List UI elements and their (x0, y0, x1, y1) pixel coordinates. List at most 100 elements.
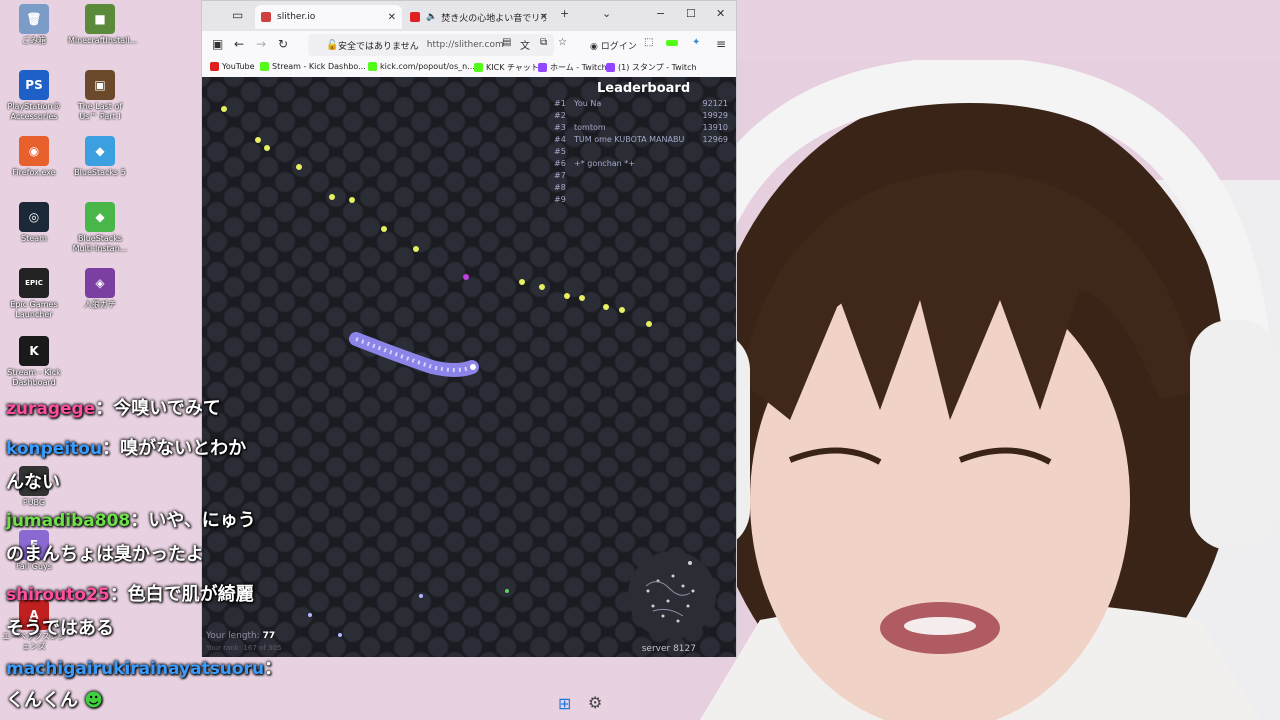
leaderboard-rank: #3 (554, 123, 566, 132)
reload-icon[interactable]: ↻ (278, 37, 288, 51)
chat-username: jumadiba808 (6, 511, 131, 531)
address-bar[interactable]: 🔓 安全ではありません http://slither.com (308, 34, 554, 56)
slither-game-canvas[interactable]: Leaderboard #1 You Na 92121 #2 19929 #3 tomtom… (202, 77, 736, 657)
bookmark-label: (1) スタンプ - Twitch (618, 63, 697, 72)
leaderboard-row: #3 tomtom 13910 (552, 123, 732, 135)
leaderboard-score: 12969 (702, 135, 728, 144)
chevron-down-icon[interactable]: ⌄ (602, 7, 611, 20)
desktop-icon-label: BlueStacks Multi-Instan... (72, 234, 128, 253)
server-label: server 8127 (641, 644, 696, 654)
leaderboard-rank: #1 (554, 99, 566, 108)
tab-youtube[interactable]: 🔈 焚き火の心地よい音でリラック ✕ (404, 5, 554, 29)
desktop-icon[interactable]: ◈ 人狼ガチ (68, 268, 132, 310)
close-window-icon[interactable]: ✕ (716, 7, 725, 20)
leaderboard-row: #5 (552, 147, 732, 159)
tab-list-icon[interactable]: ▭ (232, 8, 243, 22)
your-rank: Your rank: 167 of 305 (206, 644, 282, 652)
leaderboard-name: tomtom (574, 123, 606, 132)
chat-text: ：今嗅いでみて (95, 398, 221, 419)
forward-icon[interactable]: → (256, 37, 266, 51)
extensions-page-icon[interactable]: ⧉ (540, 37, 547, 48)
kick-extension-icon[interactable] (666, 40, 678, 46)
app-icon: K (19, 336, 49, 366)
taskbar: ⊞ ⚙ (0, 688, 640, 720)
bookmark-item[interactable]: kick.com/popout/os_n... (368, 62, 475, 71)
translate-icon[interactable]: 文 (520, 37, 530, 52)
app-icon: ◆ (85, 202, 115, 232)
minimize-icon[interactable]: − (656, 7, 665, 20)
tab-slither[interactable]: slither.io ✕ (255, 5, 402, 29)
leaderboard-row: #9 (552, 195, 732, 207)
player-snake (349, 332, 479, 377)
leaderboard-rank: #7 (554, 171, 566, 180)
chat-message: jumadiba808：いや、にゅう (6, 506, 256, 532)
bookmark-item[interactable]: YouTube (210, 62, 255, 71)
your-length-value: 77 (262, 631, 276, 641)
chat-text: ： (264, 658, 283, 679)
desktop-icon-label: BlueStacks 5 (74, 168, 126, 177)
leaderboard-row: #4 TUM ome KUBOTA MANABU 12969 (552, 135, 732, 147)
desktop-icon-label: MinecraftInstall... (68, 36, 138, 45)
back-icon[interactable]: ← (234, 37, 244, 51)
bookmark-favicon (210, 62, 219, 71)
desktop-icon-label: PlayStation® Accessories (7, 102, 61, 121)
bookmark-item[interactable]: ホーム - Twitch (538, 62, 607, 73)
chat-message: shirouto25：色白で肌が綺麗 (6, 580, 254, 606)
desktop-icon[interactable]: ◉ Firefox.exe (2, 136, 66, 178)
new-tab-icon[interactable]: + (560, 7, 569, 20)
desktop-icon[interactable]: ◎ Steam (2, 202, 66, 244)
desktop-icon-label: 人狼ガチ (84, 300, 116, 309)
speaker-icon[interactable]: 🔈 (426, 12, 437, 22)
url-text[interactable]: http://slither.com (427, 40, 504, 50)
extension-icon[interactable]: ⬚ (644, 37, 653, 48)
bookmark-favicon (538, 63, 547, 72)
leaderboard-name: +* gonchan *+ (574, 159, 635, 168)
bookmark-item[interactable]: Stream - Kick Dashbo... (260, 62, 366, 71)
leaderboard-rank: #4 (554, 135, 566, 144)
bookmark-label: kick.com/popout/os_n... (380, 62, 475, 71)
desktop-icon[interactable]: ▣ The Last of Us™ Part I (68, 70, 132, 122)
close-tab-icon[interactable]: ✕ (388, 12, 396, 23)
leaderboard-score: 92121 (702, 99, 728, 108)
desktop-icon[interactable]: EPIC Epic Games Launcher (2, 268, 66, 320)
desktop-icon[interactable]: K Stream - Kick Dashboard (2, 336, 66, 388)
bookmark-label: KICK チャット (486, 63, 539, 72)
chat-username: machigairukirainayatsuoru (6, 659, 265, 679)
settings-gear-icon[interactable]: ⚙ (588, 693, 602, 712)
app-icon: EPIC (19, 268, 49, 298)
login-button[interactable]: ◉ ログイン (590, 39, 637, 52)
windows-start-icon[interactable]: ⊞ (558, 694, 571, 713)
app-icon: 🗑 (19, 4, 49, 34)
chat-text: ：いや、にゅう (130, 510, 256, 531)
desktop-icon[interactable]: PS PlayStation® Accessories (2, 70, 66, 122)
desktop-icon[interactable]: ■ MinecraftInstall... (68, 4, 138, 46)
menu-icon[interactable]: ≡ (716, 37, 726, 51)
login-label: ログイン (600, 42, 637, 52)
desktop-icon[interactable]: ◆ BlueStacks Multi-Instan... (68, 202, 132, 254)
sidebar-icon[interactable]: ▣ (212, 37, 223, 51)
app-icon: ◆ (85, 136, 115, 166)
chat-text: のまんちょは臭かったよ (6, 544, 204, 565)
your-length: Your length: 77 (206, 631, 275, 641)
bookmark-item[interactable]: (1) スタンプ - Twitch (606, 62, 697, 73)
reader-icon[interactable]: ▤ (502, 37, 511, 48)
your-length-label: Your length: (206, 631, 260, 641)
desktop-icon[interactable]: ◆ BlueStacks 5 (68, 136, 132, 178)
desktop-icon[interactable]: 🗑 ごみ箱 (2, 4, 66, 46)
insecure-lock-icon[interactable]: 🔓 (326, 40, 338, 51)
security-warning[interactable]: 安全ではありません (338, 39, 419, 52)
leaderboard-row: #7 (552, 171, 732, 183)
desktop-icon-label: ごみ箱 (22, 36, 46, 45)
bookmark-star-icon[interactable]: ☆ (558, 37, 567, 48)
tab-title: slither.io (277, 12, 316, 22)
close-tab-icon[interactable]: ✕ (540, 12, 548, 23)
puzzle-icon[interactable]: ✦ (692, 37, 700, 48)
maximize-icon[interactable]: ☐ (686, 7, 696, 20)
leaderboard-rank: #9 (554, 195, 566, 204)
leaderboard-score: 13910 (702, 123, 728, 132)
bookmark-favicon (260, 62, 269, 71)
chat-text: ：嗅がないとわか (102, 438, 247, 459)
app-icon: ◎ (19, 202, 49, 232)
bookmark-item[interactable]: KICK チャット (474, 62, 539, 73)
chat-username: shirouto25 (6, 585, 110, 605)
